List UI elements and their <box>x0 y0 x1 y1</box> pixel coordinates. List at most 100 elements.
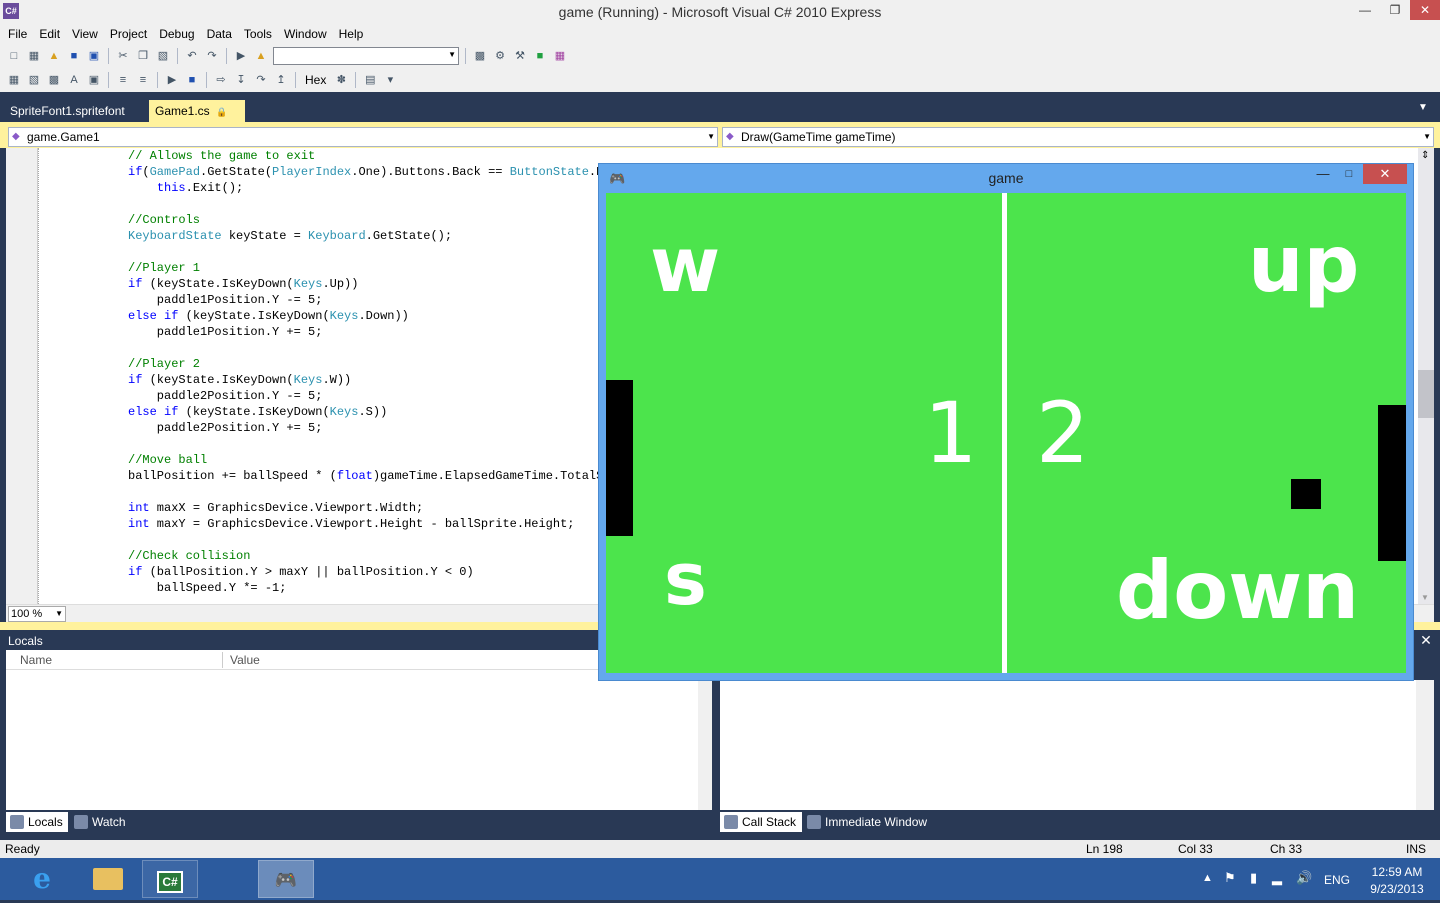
game-minimize-button[interactable]: — <box>1311 164 1335 184</box>
paste-format-icon[interactable]: ▣ <box>86 72 102 88</box>
menu-file[interactable]: File <box>2 25 33 43</box>
code-line[interactable]: if (keyState.IsKeyDown(Keys.Up)) <box>128 276 611 292</box>
show-next-statement-icon[interactable]: ⇨ <box>213 72 229 88</box>
comment-icon[interactable]: ≡ <box>115 72 131 88</box>
menu-view[interactable]: View <box>66 25 104 43</box>
game-window[interactable]: game 🎮 — □ ✕ w s up down 1 2 <box>598 163 1414 681</box>
tab-call-stack[interactable]: Call Stack <box>720 812 802 832</box>
new-project-icon[interactable]: □ <box>6 48 22 64</box>
chevron-down-icon[interactable]: ▾ <box>382 72 398 88</box>
continue-icon[interactable]: ▶ <box>164 72 180 88</box>
thread-icon[interactable]: ✽ <box>333 72 349 88</box>
tab-locals[interactable]: Locals <box>6 812 68 832</box>
code-line[interactable]: paddle1Position.Y -= 5; <box>128 292 611 308</box>
redo-icon[interactable]: ↷ <box>204 48 220 64</box>
editor-scroll-thumb[interactable] <box>1418 370 1434 418</box>
member-combo[interactable]: ◆ Draw(GameTime gameTime) ▼ <box>722 127 1434 147</box>
tab-watch[interactable]: Watch <box>70 812 140 832</box>
menu-project[interactable]: Project <box>104 25 153 43</box>
code-line[interactable]: else if (keyState.IsKeyDown(Keys.S)) <box>128 404 611 420</box>
step-out-icon[interactable]: ↥ <box>273 72 289 88</box>
zoom-combo[interactable]: 100 % ▼ <box>8 606 66 622</box>
game-close-button[interactable]: ✕ <box>1363 164 1407 184</box>
volume-icon[interactable]: 🔊 <box>1296 870 1312 886</box>
scroll-down-icon[interactable]: ▼ <box>1421 593 1429 602</box>
code-line[interactable]: if (keyState.IsKeyDown(Keys.W)) <box>128 372 611 388</box>
code-line[interactable]: int maxX = GraphicsDevice.Viewport.Width… <box>128 500 611 516</box>
game-task-icon[interactable]: 🎮 <box>258 860 314 898</box>
show-hidden-icons[interactable]: ▲ <box>1202 872 1213 884</box>
minimize-button[interactable]: — <box>1350 0 1380 20</box>
breakpoints-window-icon[interactable]: ▤ <box>362 72 378 88</box>
menu-data[interactable]: Data <box>201 25 238 43</box>
code-line[interactable]: if(GamePad.GetState(PlayerIndex.One).But… <box>128 164 611 180</box>
code-line[interactable]: //Controls <box>128 212 611 228</box>
tab-game1-cs[interactable]: Game1.cs 🔒 ✕ <box>149 100 245 141</box>
open-file-icon[interactable]: ▲ <box>46 48 62 64</box>
find-in-files-icon[interactable]: ▲ <box>253 48 269 64</box>
tab-spritefont[interactable]: SpriteFont1.spritefont <box>4 100 131 122</box>
split-icon[interactable]: ⇕ <box>1421 150 1429 161</box>
file-explorer-icon[interactable] <box>80 860 136 898</box>
code-line[interactable]: KeyboardState keyState = Keyboard.GetSta… <box>128 228 611 244</box>
start-debug-icon[interactable]: ▶ <box>233 48 249 64</box>
font-size-icon[interactable]: A <box>66 72 82 88</box>
code-line[interactable]: else if (keyState.IsKeyDown(Keys.Down)) <box>128 308 611 324</box>
code-line[interactable] <box>128 244 611 260</box>
tab-immediate-window[interactable]: Immediate Window <box>803 812 943 832</box>
code-line[interactable]: if (ballPosition.Y > maxY || ballPositio… <box>128 564 611 580</box>
restore-button[interactable]: ❐ <box>1380 0 1410 20</box>
code-line[interactable] <box>128 196 611 212</box>
clock-date[interactable]: 9/23/2013 <box>1366 882 1428 896</box>
code-text[interactable]: // Allows the game to exit if(GamePad.Get… <box>128 148 611 596</box>
visual-csharp-icon[interactable]: C# <box>142 860 198 898</box>
code-line[interactable]: ballSpeed.Y *= -1; <box>128 580 611 596</box>
pin-icon[interactable]: 🔒 <box>216 107 227 117</box>
column-divider[interactable] <box>222 652 223 668</box>
game-canvas[interactable]: w s up down 1 2 <box>606 193 1406 673</box>
paste-icon[interactable]: ▧ <box>155 48 171 64</box>
close-button[interactable]: ✕ <box>1410 0 1440 20</box>
menu-help[interactable]: Help <box>333 25 370 43</box>
type-combo[interactable]: ◆ game.Game1 ▼ <box>8 127 718 147</box>
save-all-icon[interactable]: ▣ <box>86 48 102 64</box>
undo-icon[interactable]: ↶ <box>184 48 200 64</box>
solution-explorer-icon[interactable]: ▩ <box>472 48 488 64</box>
cut-icon[interactable]: ✂ <box>115 48 131 64</box>
extension-manager-icon[interactable]: ▦ <box>552 48 568 64</box>
code-line[interactable] <box>128 340 611 356</box>
code-line[interactable]: paddle1Position.Y += 5; <box>128 324 611 340</box>
toolbox-icon[interactable]: ⚒ <box>512 48 528 64</box>
internet-explorer-icon[interactable]: e <box>14 860 70 898</box>
stop-debugging-icon[interactable]: ■ <box>184 72 200 88</box>
menu-window[interactable]: Window <box>278 25 333 43</box>
step-over-icon[interactable]: ↷ <box>253 72 269 88</box>
action-center-icon[interactable]: ⚑ <box>1224 870 1236 886</box>
code-line[interactable] <box>128 436 611 452</box>
tab-dropdown-icon[interactable]: ▼ <box>1418 102 1428 113</box>
code-line[interactable]: int maxY = GraphicsDevice.Viewport.Heigh… <box>128 516 611 532</box>
code-line[interactable] <box>128 484 611 500</box>
start-page-icon[interactable]: ■ <box>532 48 548 64</box>
code-line[interactable] <box>128 532 611 548</box>
code-line[interactable]: ballPosition += ballSpeed * (float)gameT… <box>128 468 611 484</box>
menu-debug[interactable]: Debug <box>153 25 200 43</box>
step-into-icon[interactable]: ↧ <box>233 72 249 88</box>
menu-edit[interactable]: Edit <box>33 25 66 43</box>
code-line[interactable]: //Player 1 <box>128 260 611 276</box>
close-icon[interactable]: ✕ <box>1418 632 1434 648</box>
properties-icon[interactable]: ⚙ <box>492 48 508 64</box>
class-view-icon[interactable]: ▧ <box>26 72 42 88</box>
uncomment-icon[interactable]: ≡ <box>135 72 151 88</box>
code-line[interactable]: //Move ball <box>128 452 611 468</box>
copy-icon[interactable]: ❐ <box>135 48 151 64</box>
game-maximize-button[interactable]: □ <box>1337 164 1361 184</box>
network-icon[interactable]: ▂ <box>1272 870 1282 886</box>
code-line[interactable]: //Check collision <box>128 548 611 564</box>
code-line[interactable]: //Player 2 <box>128 356 611 372</box>
add-item-icon[interactable]: ▦ <box>26 48 42 64</box>
code-line[interactable]: paddle2Position.Y -= 5; <box>128 388 611 404</box>
object-browser-icon[interactable]: ▩ <box>46 72 62 88</box>
code-line[interactable]: paddle2Position.Y += 5; <box>128 420 611 436</box>
format-icon[interactable]: ▦ <box>6 72 22 88</box>
